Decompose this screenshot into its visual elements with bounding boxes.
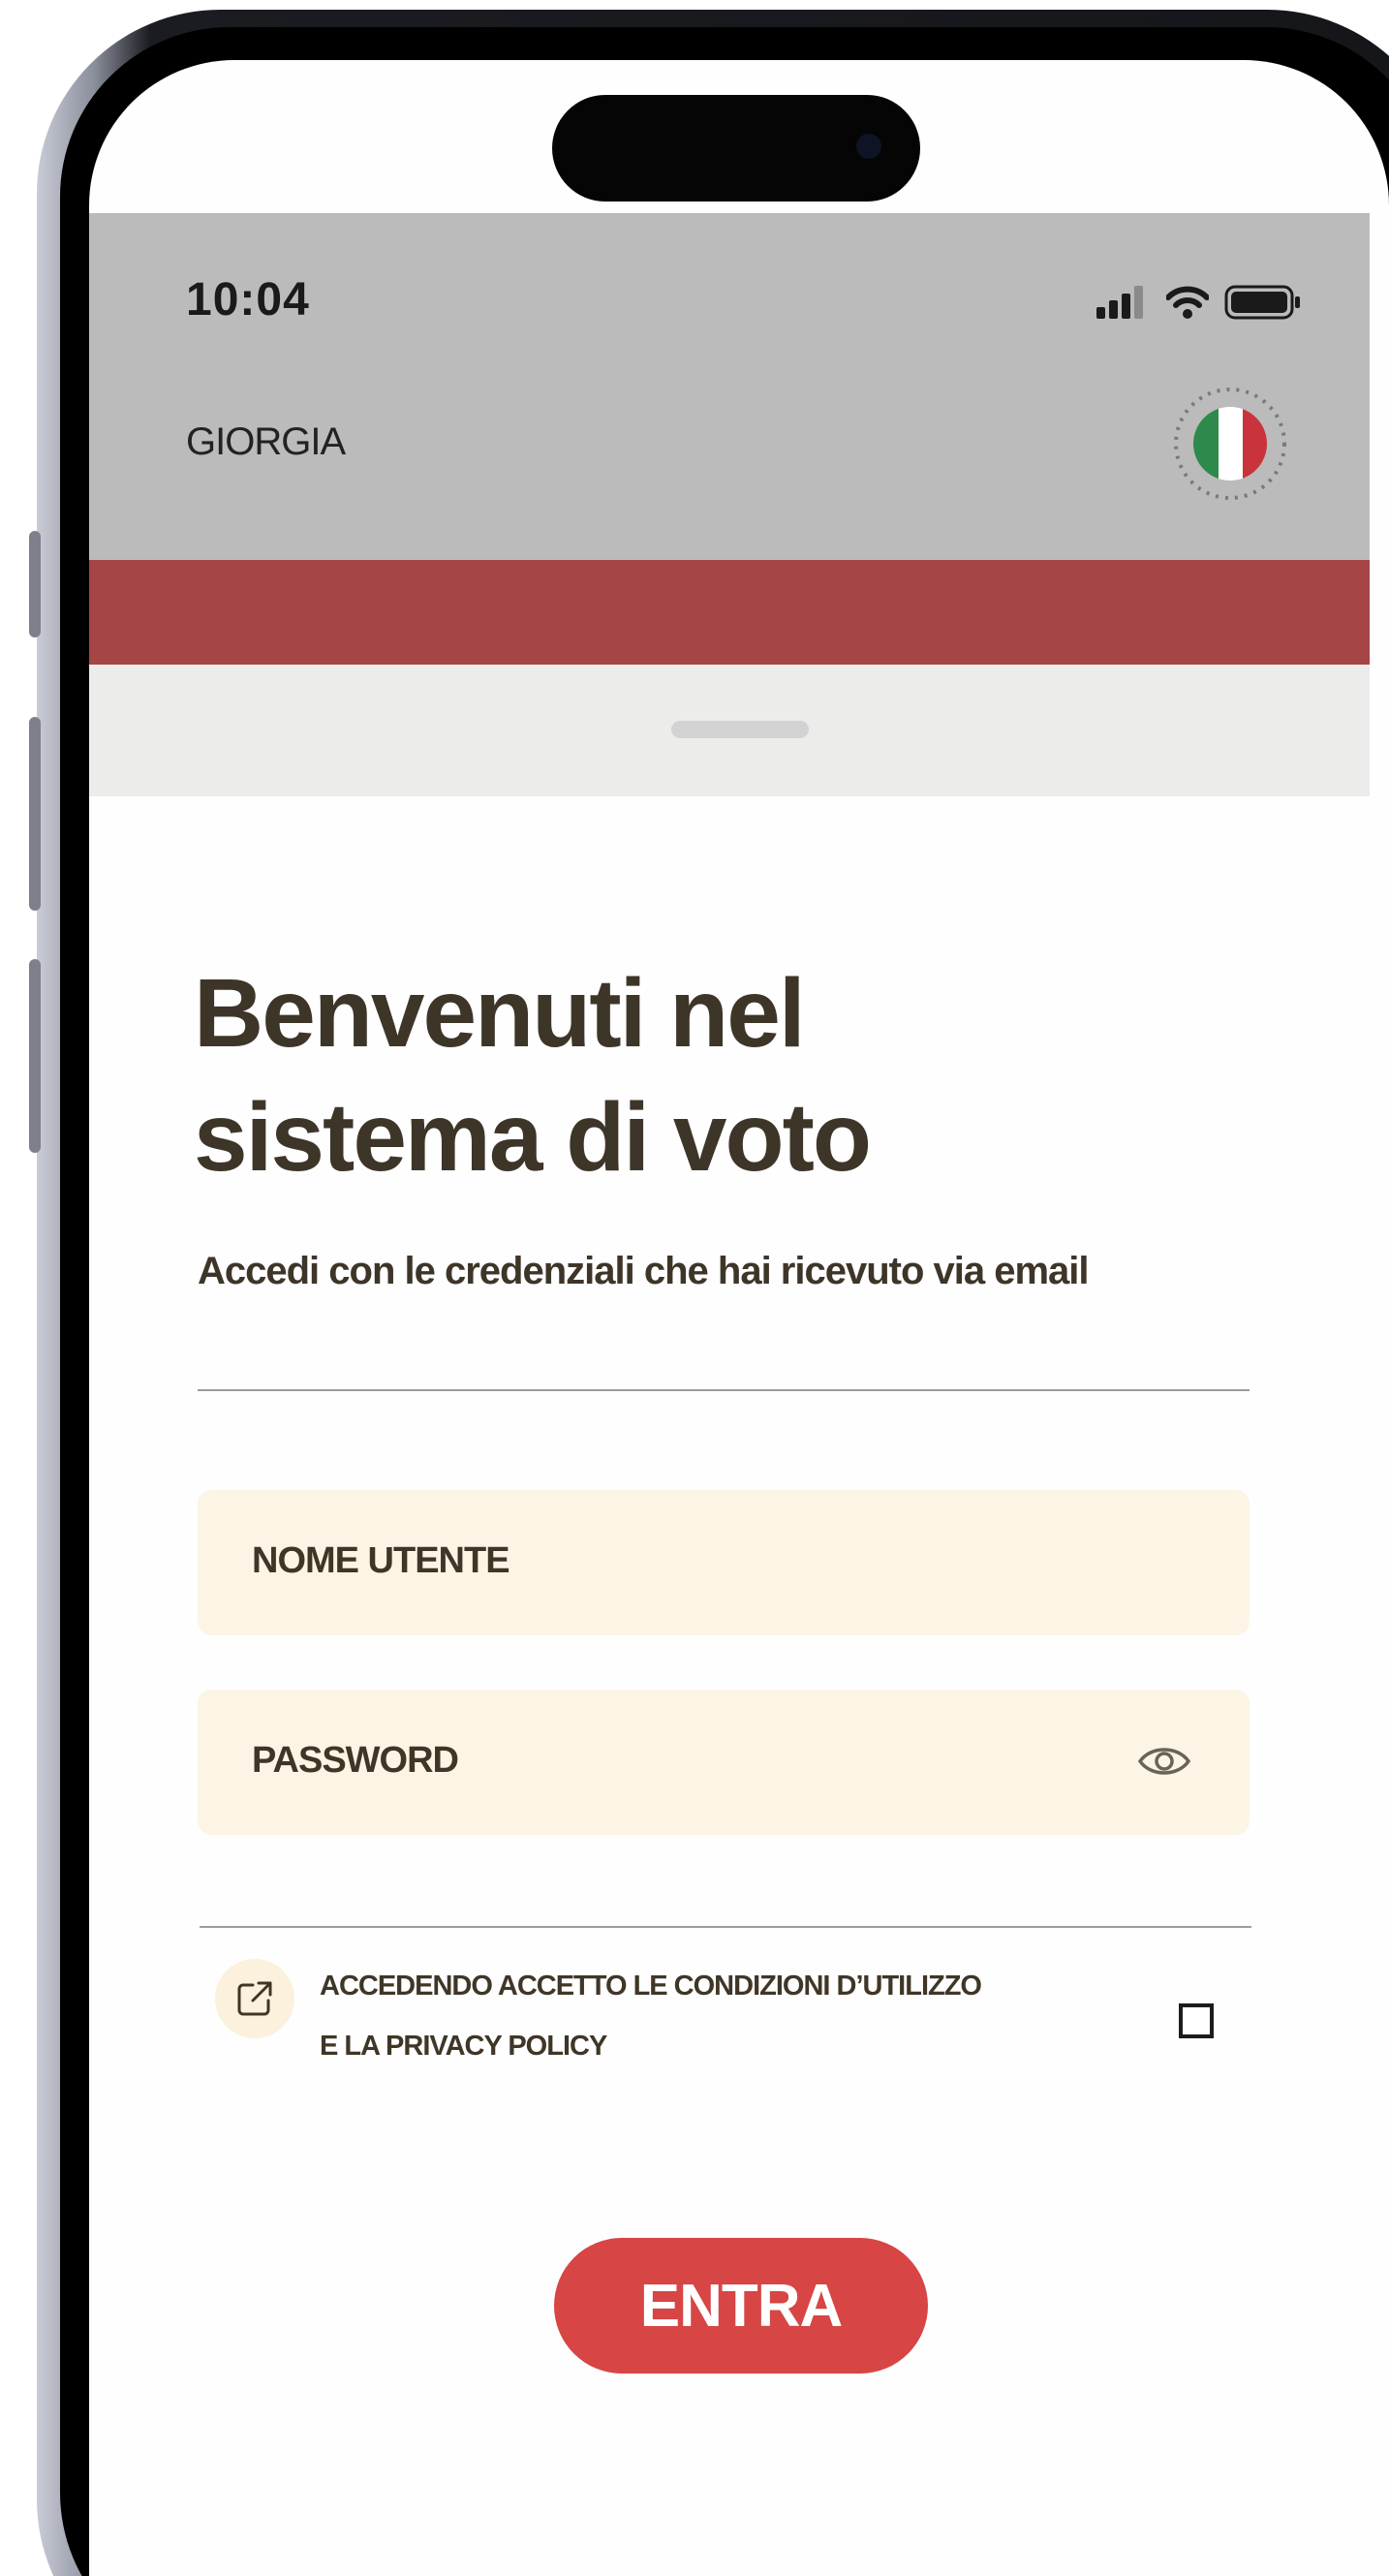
volume-down-button bbox=[29, 959, 41, 1153]
page-title: Benvenuti nel sistema di voto bbox=[194, 959, 872, 1192]
external-link-icon bbox=[237, 1981, 272, 2016]
username-field[interactable]: NOME UTENTE bbox=[198, 1490, 1250, 1635]
app-header: 10:04 GIORGIA bbox=[89, 213, 1370, 560]
drag-handle[interactable] bbox=[671, 721, 809, 738]
status-icons bbox=[1096, 283, 1302, 322]
cellular-signal-icon bbox=[1096, 286, 1143, 319]
page-subtitle: Accedi con le credenziali che hai ricevu… bbox=[198, 1250, 1090, 1292]
sheet-handle-area[interactable] bbox=[89, 665, 1370, 796]
terms-text: ACCEDENDO ACCETTO LE CONDIZIONI D’UTILIZ… bbox=[320, 1971, 982, 2002]
password-field[interactable]: PASSWORD bbox=[198, 1690, 1250, 1835]
login-form: Benvenuti nel sistema di voto Accedi con… bbox=[89, 796, 1370, 2576]
app-screenshot: 10:04 GIORGIA Benvenuti nel sistema di v… bbox=[0, 0, 1389, 2576]
dynamic-island bbox=[552, 95, 920, 202]
wifi-icon bbox=[1166, 286, 1209, 319]
battery-icon bbox=[1224, 285, 1300, 320]
divider bbox=[198, 1389, 1250, 1391]
eye-icon[interactable] bbox=[1137, 1740, 1191, 1783]
login-button[interactable]: ENTRA bbox=[554, 2238, 928, 2374]
accept-terms-checkbox[interactable] bbox=[1179, 2003, 1214, 2038]
status-time: 10:04 bbox=[186, 274, 310, 326]
username-placeholder: NOME UTENTE bbox=[252, 1540, 510, 1581]
divider bbox=[200, 1926, 1251, 1928]
accent-band bbox=[89, 560, 1370, 665]
terms-link-button[interactable] bbox=[215, 1959, 294, 2038]
camera-lens-icon bbox=[856, 134, 881, 159]
italian-flag-icon bbox=[1174, 388, 1286, 500]
volume-up-button bbox=[29, 717, 41, 911]
phone-screen: 10:04 GIORGIA Benvenuti nel sistema di v… bbox=[89, 60, 1389, 2576]
language-selector[interactable] bbox=[1172, 386, 1288, 502]
password-placeholder: PASSWORD bbox=[252, 1740, 459, 1781]
terms-text-privacy: E LA PRIVACY POLICY bbox=[320, 2031, 607, 2062]
app-name: GIORGIA bbox=[186, 420, 346, 463]
mute-switch bbox=[29, 531, 41, 637]
